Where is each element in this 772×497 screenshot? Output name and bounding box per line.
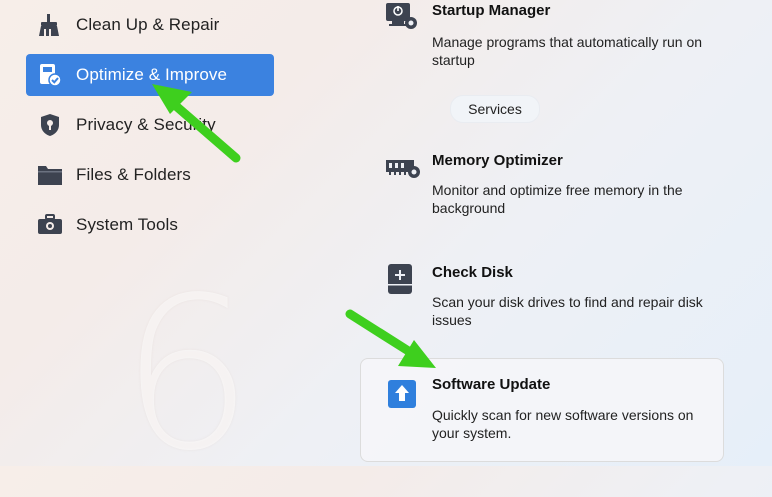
annotation-arrow-optimize <box>152 84 241 163</box>
annotation-arrow-software-update <box>345 309 436 368</box>
annotation-arrows <box>152 84 436 368</box>
